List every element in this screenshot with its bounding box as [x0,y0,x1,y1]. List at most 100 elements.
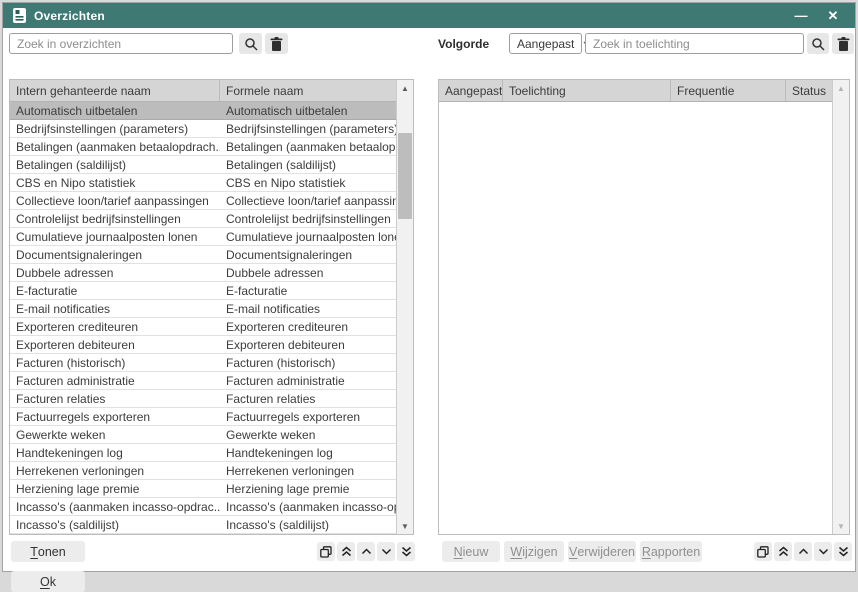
table-cell: Dubbele adressen [10,264,220,281]
table-row[interactable]: Facturen (historisch)Facturen (historisc… [10,354,396,372]
table-row[interactable]: Incasso's (saldilijst)Incasso's (saldili… [10,516,396,534]
table-cell: Herrekenen verloningen [220,462,396,479]
left-table-scrollbar[interactable]: ▲ ▼ [396,80,413,534]
search-icon [244,37,258,51]
search-button-left[interactable] [239,33,262,54]
move-down-button[interactable] [814,542,832,561]
table-row[interactable]: Controlelijst bedrijfsinstellingenContro… [10,210,396,228]
move-up-button[interactable] [794,542,812,561]
search-input-toelichting[interactable] [585,33,804,54]
table-row[interactable]: Incasso's (aanmaken incasso-opdrac...Inc… [10,498,396,516]
tonen-button[interactable]: Tonen [11,541,85,562]
table-row[interactable]: Factuurregels exporterenFactuurregels ex… [10,408,396,426]
table-row[interactable]: Automatisch uitbetalenAutomatisch uitbet… [10,102,396,120]
table-row[interactable]: Betalingen (aanmaken betaalopdrach...Bet… [10,138,396,156]
clear-search-button-left[interactable] [265,33,288,54]
table-cell: Bedrijfsinstellingen (parameters) [10,120,220,137]
copy-button[interactable] [317,542,335,561]
table-row[interactable]: DocumentsignaleringenDocumentsignalering… [10,246,396,264]
table-cell: Controlelijst bedrijfsinstellingen [10,210,220,227]
table-cell: Facturen relaties [220,390,396,407]
search-input-overzichten[interactable] [9,33,233,54]
scroll-up-icon: ▲ [833,80,849,96]
table-row[interactable]: Collectieve loon/tarief aanpassingenColl… [10,192,396,210]
table-cell: Betalingen (saldilijst) [220,156,396,173]
titlebar: Overzichten — ✕ [3,3,855,28]
table-cell: Gewerkte weken [220,426,396,443]
table-cell: Facturen administratie [10,372,220,389]
table-cell: Automatisch uitbetalen [220,102,396,119]
close-button[interactable]: ✕ [821,6,845,26]
table-cell: E-facturatie [10,282,220,299]
table-cell: Automatisch uitbetalen [10,102,220,119]
table-cell: Betalingen (aanmaken betaalopd... [220,138,396,155]
table-row[interactable]: Exporteren debiteurenExporteren debiteur… [10,336,396,354]
trash-icon [837,37,850,51]
table-cell: Exporteren crediteuren [10,318,220,335]
scrollbar-thumb[interactable] [398,133,412,219]
table-cell: Incasso's (aanmaken incasso-opdrac... [10,498,220,515]
table-cell: Handtekeningen log [10,444,220,461]
column-header-intern[interactable]: Intern gehanteerde naam [10,80,220,101]
scroll-up-icon[interactable]: ▲ [397,80,413,96]
table-row[interactable]: Handtekeningen logHandtekeningen log [10,444,396,462]
table-row[interactable]: Exporteren crediteurenExporteren credite… [10,318,396,336]
minimize-button[interactable]: — [789,6,813,26]
move-down-button[interactable] [377,542,395,561]
volgorde-dropdown-value: Aangepast [517,37,574,51]
double-chevron-up-icon [778,546,789,557]
move-top-button[interactable] [337,542,355,561]
column-header-frequentie[interactable]: Frequentie [671,80,786,101]
move-bottom-button[interactable] [397,542,415,561]
column-header-status[interactable]: Status [786,80,832,101]
column-header-aangepast[interactable]: Aangepast [439,80,503,101]
table-row[interactable]: E-mail notificatiesE-mail notificaties [10,300,396,318]
table-row[interactable]: Betalingen (saldilijst)Betalingen (saldi… [10,156,396,174]
table-header: Intern gehanteerde naam Formele naam [10,80,396,102]
right-reorder-buttons [754,542,852,561]
ok-button[interactable]: Ok [11,571,85,592]
window-title: Overzichten [34,9,105,23]
table-cell: E-mail notificaties [220,300,396,317]
table-cell: E-facturatie [220,282,396,299]
table-row[interactable]: Gewerkte wekenGewerkte weken [10,426,396,444]
scroll-down-icon[interactable]: ▼ [397,518,413,534]
wijzigen-button[interactable]: Wijzigen [504,541,564,562]
table-cell: E-mail notificaties [10,300,220,317]
table-row[interactable]: CBS en Nipo statistiekCBS en Nipo statis… [10,174,396,192]
move-up-button[interactable] [357,542,375,561]
table-cell: Factuurregels exporteren [220,408,396,425]
table-cell: Herziening lage premie [220,480,396,497]
rapporten-button[interactable]: Rapporten [640,541,702,562]
table-row[interactable]: E-facturatieE-facturatie [10,282,396,300]
table-row[interactable]: Facturen administratieFacturen administr… [10,372,396,390]
copy-button[interactable] [754,542,772,561]
window-content: Volgorde Aangepast [3,28,855,571]
volgorde-dropdown[interactable]: Aangepast [509,33,582,54]
table-row[interactable]: Bedrijfsinstellingen (parameters)Bedrijf… [10,120,396,138]
table-row[interactable]: Herziening lage premieHerziening lage pr… [10,480,396,498]
move-bottom-button[interactable] [834,542,852,561]
table-cell: Incasso's (aanmaken incasso-op... [220,498,396,515]
move-top-button[interactable] [774,542,792,561]
table-cell: CBS en Nipo statistiek [10,174,220,191]
table-cell: Cumulatieve journaalposten lonen [220,228,396,245]
table-cell: Documentsignaleringen [220,246,396,263]
search-button-right[interactable] [807,33,829,54]
table-row[interactable]: Dubbele adressenDubbele adressen [10,264,396,282]
nieuw-button[interactable]: Nieuw [442,541,500,562]
column-header-formeel[interactable]: Formele naam [220,80,396,101]
table-body-empty [439,102,832,534]
right-table-scrollbar: ▲ ▼ [832,80,849,534]
verwijderen-button[interactable]: Verwijderen [568,541,636,562]
chevron-down-icon [818,548,829,555]
left-reorder-buttons [317,542,415,561]
column-header-toelichting[interactable]: Toelichting [503,80,671,101]
table-cell: Facturen (historisch) [10,354,220,371]
table-cell: Betalingen (aanmaken betaalopdrach... [10,138,220,155]
table-cell: Facturen relaties [10,390,220,407]
table-row[interactable]: Cumulatieve journaalposten lonenCumulati… [10,228,396,246]
table-row[interactable]: Herrekenen verloningenHerrekenen verloni… [10,462,396,480]
table-row[interactable]: Facturen relatiesFacturen relaties [10,390,396,408]
clear-search-button-right[interactable] [832,33,854,54]
